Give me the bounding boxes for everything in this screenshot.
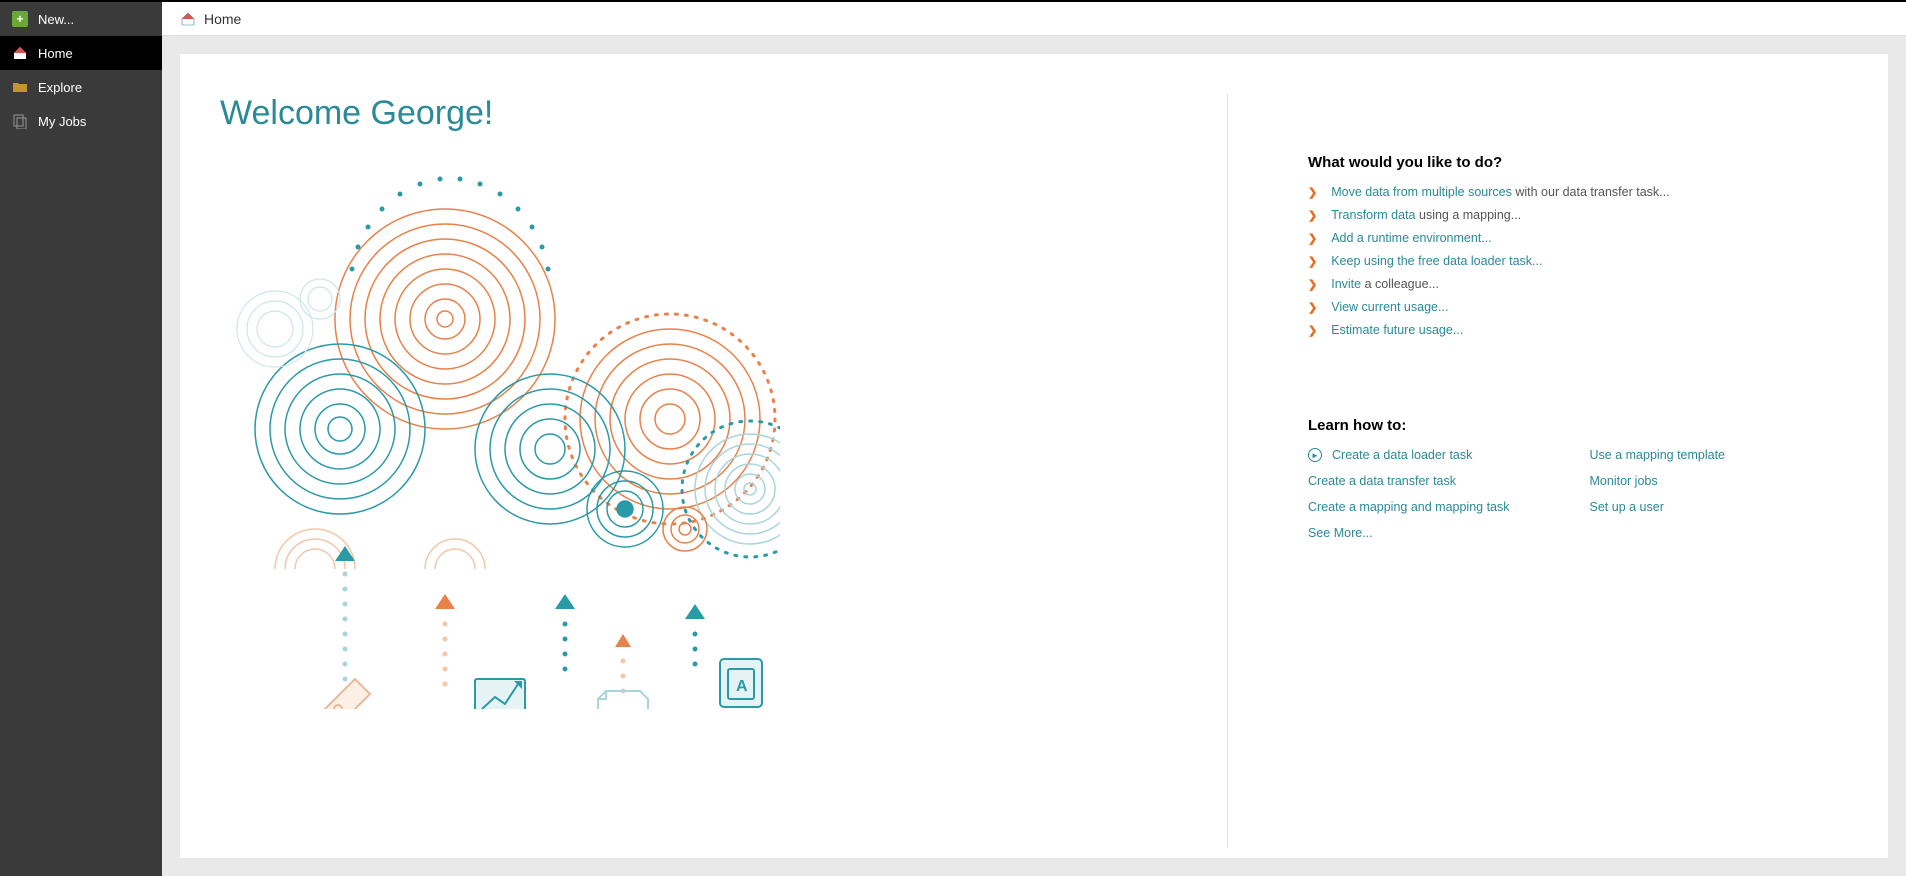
actions-heading: What would you like to do? [1308,154,1848,171]
chevron-right-icon: ❯ [1308,209,1317,222]
learn-link[interactable]: Use a mapping template [1590,448,1726,462]
action-link[interactable]: Move data from multiple sources [1331,185,1512,199]
chevron-right-icon: ❯ [1308,186,1317,199]
decorative-illustration: A [220,169,780,709]
action-item[interactable]: ❯ Estimate future usage... [1308,323,1848,337]
action-rest: a colleague... [1361,277,1439,291]
action-link[interactable]: Add a runtime environment... [1331,231,1492,245]
action-item[interactable]: ❯ Invite a colleague... [1308,277,1848,291]
action-rest: with our data transfer task... [1512,185,1670,199]
chevron-right-icon: ❯ [1308,232,1317,245]
action-item[interactable]: ❯ Add a runtime environment... [1308,231,1848,245]
action-item[interactable]: ❯ Transform data using a mapping... [1308,208,1848,222]
learn-link[interactable]: Set up a user [1590,500,1726,514]
sidebar-item-myjobs[interactable]: My Jobs [0,104,162,138]
chevron-right-icon: ❯ [1308,301,1317,314]
home-icon [12,45,28,61]
action-link[interactable]: Estimate future usage... [1331,323,1463,337]
actions-list: ❯ Move data from multiple sources with ou… [1308,185,1848,337]
learn-link[interactable]: Monitor jobs [1590,474,1726,488]
sidebar-item-label: Home [38,46,73,61]
page-title: Welcome George! [220,94,1187,133]
action-link[interactable]: Invite [1331,277,1361,291]
folder-icon [12,79,28,95]
action-rest: using a mapping... [1416,208,1522,222]
learn-link[interactable]: Create a data transfer task [1308,474,1510,488]
learn-link[interactable]: Create a data loader task [1332,448,1472,462]
svg-text:A: A [736,678,748,695]
play-icon: ► [1308,448,1322,462]
jobs-icon [12,113,28,129]
breadcrumb: Home [162,2,1906,36]
learn-link-more[interactable]: See More... [1308,526,1510,540]
sidebar-item-label: My Jobs [38,114,86,129]
action-item[interactable]: ❯ Move data from multiple sources with ou… [1308,185,1848,199]
sidebar: + New... Home Explore My Jobs [0,2,162,876]
learn-link[interactable]: Create a mapping and mapping task [1308,500,1510,514]
action-link[interactable]: Keep using the free data loader task... [1331,254,1542,268]
sidebar-item-new[interactable]: + New... [0,2,162,36]
chevron-right-icon: ❯ [1308,255,1317,268]
sidebar-item-label: Explore [38,80,82,95]
sidebar-item-home[interactable]: Home [0,36,162,70]
learn-heading: Learn how to: [1308,417,1848,434]
action-item[interactable]: ❯ Keep using the free data loader task... [1308,254,1848,268]
sidebar-new-label: New... [38,12,74,27]
action-link[interactable]: Transform data [1331,208,1415,222]
breadcrumb-title: Home [204,11,241,27]
sidebar-item-explore[interactable]: Explore [0,70,162,104]
home-icon [180,11,196,27]
action-link[interactable]: View current usage... [1331,300,1448,314]
chevron-right-icon: ❯ [1308,278,1317,291]
action-item[interactable]: ❯ View current usage... [1308,300,1848,314]
plus-icon: + [12,11,28,27]
chevron-right-icon: ❯ [1308,324,1317,337]
